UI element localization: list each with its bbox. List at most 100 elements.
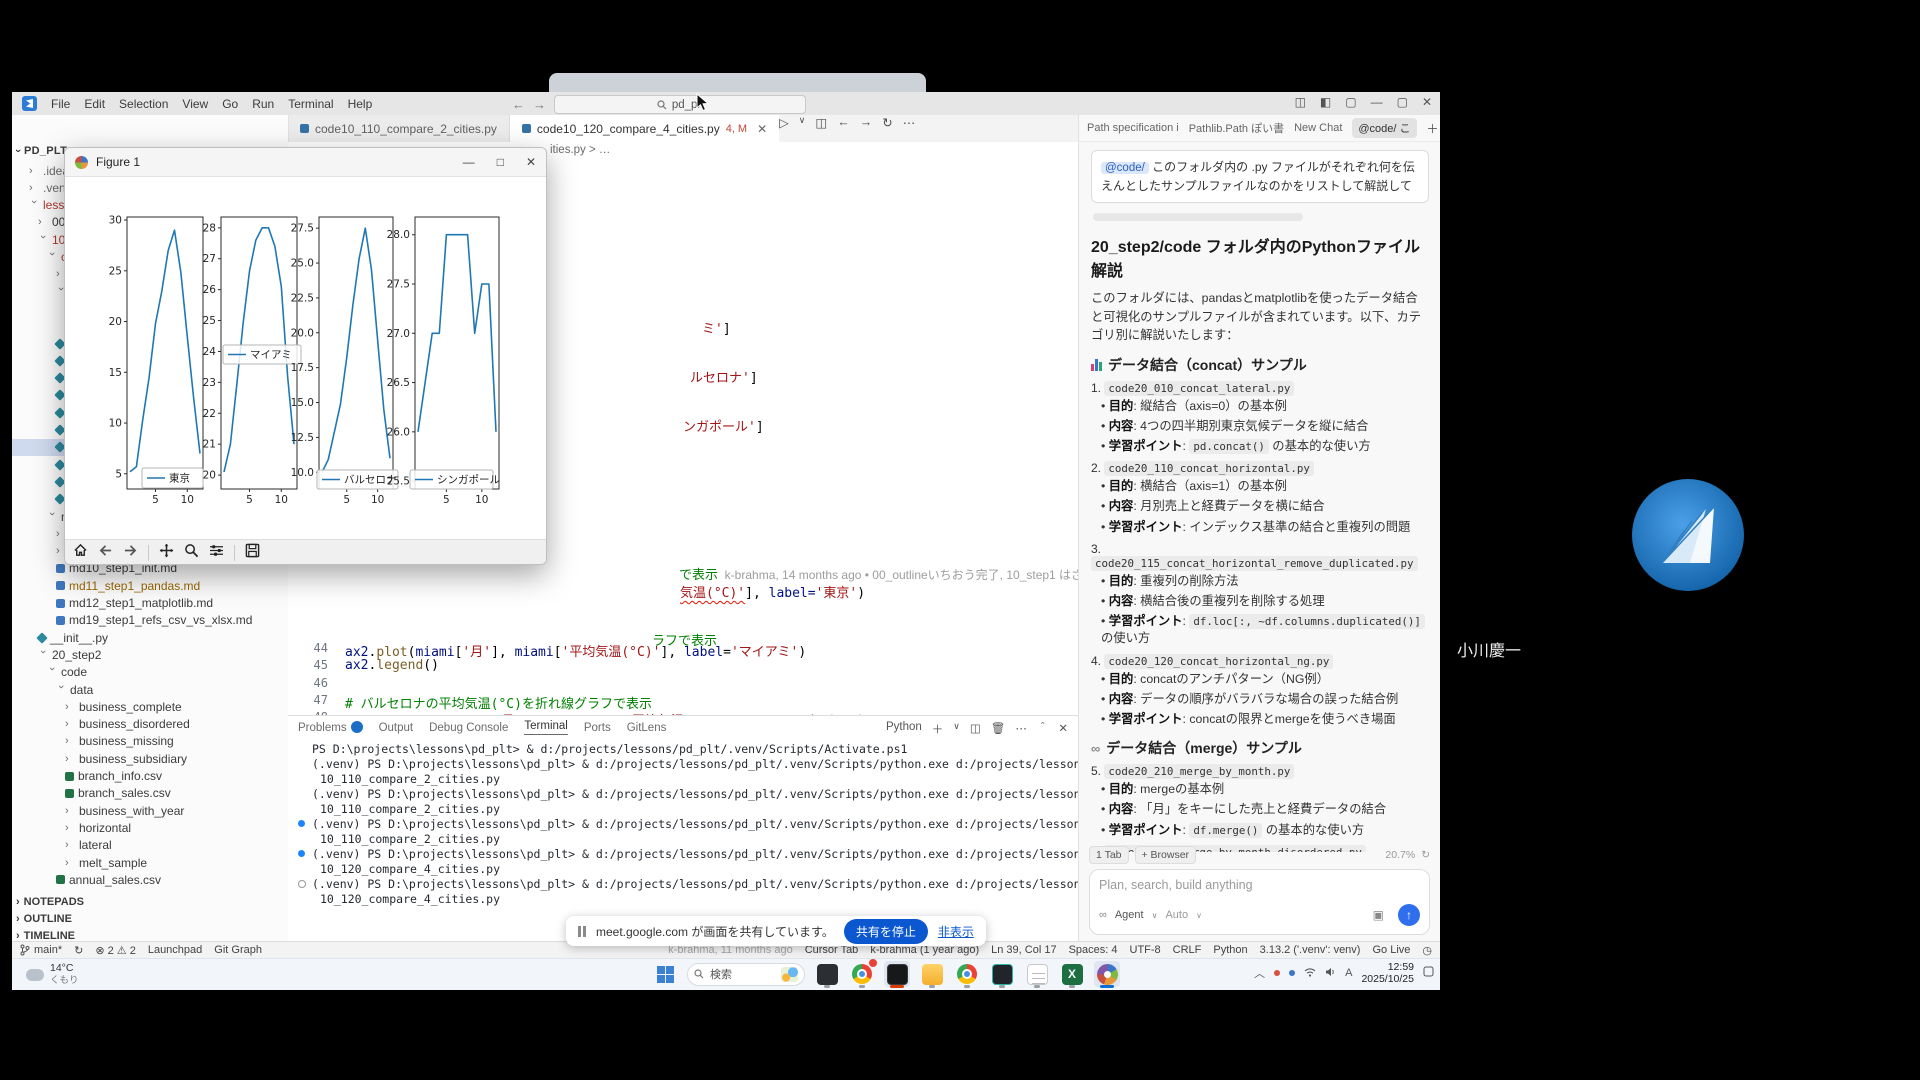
hide-link[interactable]: 非表示 <box>938 923 974 940</box>
chat-tab-active[interactable]: @code/ こ <box>1352 118 1416 138</box>
more-actions-icon[interactable]: ⋯ <box>1015 721 1027 737</box>
nav-forward-icon[interactable]: → <box>533 97 546 112</box>
close-icon[interactable]: ✕ <box>526 155 536 169</box>
tree-file[interactable]: annual_sales.csv <box>12 871 332 888</box>
browser-chip[interactable]: + Browser <box>1135 846 1197 864</box>
layout-custom-icon[interactable]: ▢ <box>1345 95 1356 109</box>
send-button[interactable]: ↑ <box>1398 904 1420 926</box>
chat-input[interactable]: Plan, search, build anything ∞ Agent ∨ A… <box>1089 869 1430 935</box>
pause-icon[interactable] <box>578 926 586 937</box>
file-chip[interactable]: code20_115_concat_horizontal_remove_dupl… <box>1091 556 1418 571</box>
attach-image-icon[interactable]: ▣ <box>1373 908 1384 922</box>
menu-go[interactable]: Go <box>222 97 238 111</box>
forward-icon[interactable] <box>123 544 138 562</box>
context-chip[interactable]: @code/ <box>1101 162 1149 174</box>
menu-file[interactable]: File <box>51 97 70 111</box>
stop-sharing-button[interactable]: 共有を停止 <box>844 919 928 944</box>
zoom-icon[interactable] <box>184 543 199 563</box>
subplot-settings-icon[interactable] <box>209 544 224 562</box>
close-tab-icon[interactable]: ✕ <box>757 122 767 136</box>
kill-terminal-icon[interactable]: 🗑 <box>991 721 1006 737</box>
refresh-context-icon[interactable]: ↻ <box>1421 849 1430 861</box>
tree-folder[interactable]: ›data <box>12 681 332 698</box>
new-terminal-icon[interactable]: ＋ <box>932 721 944 737</box>
git-branch-item[interactable]: main* <box>20 944 62 956</box>
golive-item[interactable]: Go Live <box>1372 944 1410 956</box>
chat-conversation[interactable]: @code/ このフォルダ内の .py ファイルがそれぞれ何を伝えんとしたサンプ… <box>1079 142 1440 852</box>
tab-code10-120[interactable]: code10_120_compare_4_cities.py 4, M ✕ <box>510 115 779 142</box>
pycharm-icon[interactable] <box>989 961 1015 987</box>
language-item[interactable]: Python <box>1213 944 1247 956</box>
encoding-item[interactable]: UTF-8 <box>1130 944 1161 956</box>
minimize-icon[interactable]: — <box>463 155 475 169</box>
forward-icon[interactable]: → <box>860 115 873 142</box>
menu-selection[interactable]: Selection <box>119 97 168 111</box>
tray-expand-icon[interactable]: ︿ <box>1254 965 1265 981</box>
chat-tab-3[interactable]: New Chat <box>1294 122 1342 134</box>
ime-indicator[interactable]: A <box>1345 967 1352 979</box>
tree-folder[interactable]: ›20_step2● <box>12 646 314 663</box>
command-center-search[interactable]: pd_plt <box>554 95 806 114</box>
spaces-item[interactable]: Spaces: 4 <box>1069 944 1118 956</box>
matplotlib-figure-icon[interactable] <box>1094 961 1120 987</box>
layout-sidebar-icon[interactable]: ◧ <box>1320 95 1331 109</box>
chat-tab-1[interactable]: Path specification i <box>1087 122 1179 134</box>
launchpad-item[interactable]: Launchpad <box>148 944 202 956</box>
tree-file[interactable]: md12_step1_matplotlib.md <box>12 595 332 612</box>
save-icon[interactable] <box>245 543 260 563</box>
panel-tab-output[interactable]: Output <box>379 722 414 734</box>
close-panel-icon[interactable]: ✕ <box>1058 721 1068 737</box>
tree-folder[interactable]: ›code● <box>12 664 323 681</box>
tray-app-dot[interactable] <box>1289 970 1295 976</box>
tree-file[interactable]: md11_step1_pandas.mdM <box>12 577 332 594</box>
terminal-dropdown-icon[interactable]: ∨ <box>953 721 960 737</box>
tray-app-dot[interactable] <box>1274 970 1280 976</box>
section-outline[interactable]: ›OUTLINE <box>16 913 72 925</box>
weather-widget[interactable]: 14°Cくもり <box>26 962 79 987</box>
maximize-icon[interactable]: □ <box>497 155 504 169</box>
panel-tab-ports[interactable]: Ports <box>584 722 611 734</box>
model-selector[interactable]: Auto <box>1165 909 1188 921</box>
split-editor-icon[interactable]: ◫ <box>815 115 827 142</box>
tab-context-chip[interactable]: 1 Tab <box>1089 846 1129 864</box>
volume-icon[interactable] <box>1325 967 1336 980</box>
panel-tab-problems[interactable]: Problems <box>298 721 363 734</box>
menu-edit[interactable]: Edit <box>84 97 105 111</box>
matplotlib-figure-window[interactable]: Figure 1 — □ ✕ 30252015105510東京282726252… <box>64 147 547 565</box>
notifications-icon[interactable]: ◷ <box>1422 944 1432 957</box>
agent-mode[interactable]: Agent <box>1115 909 1144 921</box>
split-terminal-icon[interactable]: ◫ <box>970 721 981 737</box>
close-button[interactable]: ✕ <box>1422 95 1432 109</box>
tree-file[interactable]: md19_step1_refs_csv_vs_xlsx.md <box>12 612 332 629</box>
nav-back-icon[interactable]: ← <box>512 97 525 112</box>
file-chip[interactable]: code20_110_concat_horizontal.py <box>1104 461 1314 476</box>
pan-icon[interactable] <box>159 543 174 563</box>
maximize-panel-icon[interactable]: ＾ <box>1037 721 1049 737</box>
chat-tab-2[interactable]: Pathlib.Path ぽい書 <box>1189 120 1284 136</box>
taskbar-clock[interactable]: 12:592025/10/25 <box>1361 961 1414 985</box>
menu-terminal[interactable]: Terminal <box>288 97 333 111</box>
file-chip[interactable]: code20_210_merge_by_month.py <box>1104 764 1294 779</box>
problems-item[interactable]: ⊗ 2 ⚠ 2 <box>95 944 135 957</box>
new-chat-icon[interactable]: ＋ <box>1427 120 1439 137</box>
panel-tab-terminal[interactable]: Terminal <box>524 720 567 735</box>
back-icon[interactable] <box>98 544 113 562</box>
notepad-icon[interactable] <box>1024 961 1050 987</box>
tree-file[interactable]: __init__.py <box>12 629 314 646</box>
panel-tab-gitlens[interactable]: GitLens <box>627 722 667 734</box>
browser-icon-2[interactable] <box>954 961 980 987</box>
terminal-output[interactable]: PS D:\projects\lessons\pd_plt> & d:/proj… <box>298 742 1068 907</box>
refresh-icon[interactable]: ↻ <box>882 115 892 142</box>
maximize-button[interactable]: ▢ <box>1397 95 1408 109</box>
minimize-button[interactable]: — <box>1371 95 1383 109</box>
sync-item[interactable]: ↻ <box>74 944 83 957</box>
more-actions-icon[interactable]: ⋯ <box>903 115 916 142</box>
excel-icon[interactable]: X <box>1059 961 1085 987</box>
eol-item[interactable]: CRLF <box>1173 944 1202 956</box>
explorer-root[interactable]: › PD_PLT <box>16 145 67 157</box>
section-notepads[interactable]: ›NOTEPADS <box>16 896 84 908</box>
file-chip[interactable]: code20_120_concat_horizontal_ng.py <box>1104 654 1333 669</box>
collapsed-tool-call[interactable] <box>1093 213 1303 221</box>
menu-help[interactable]: Help <box>348 97 373 111</box>
notification-center-icon[interactable] <box>1423 966 1434 980</box>
